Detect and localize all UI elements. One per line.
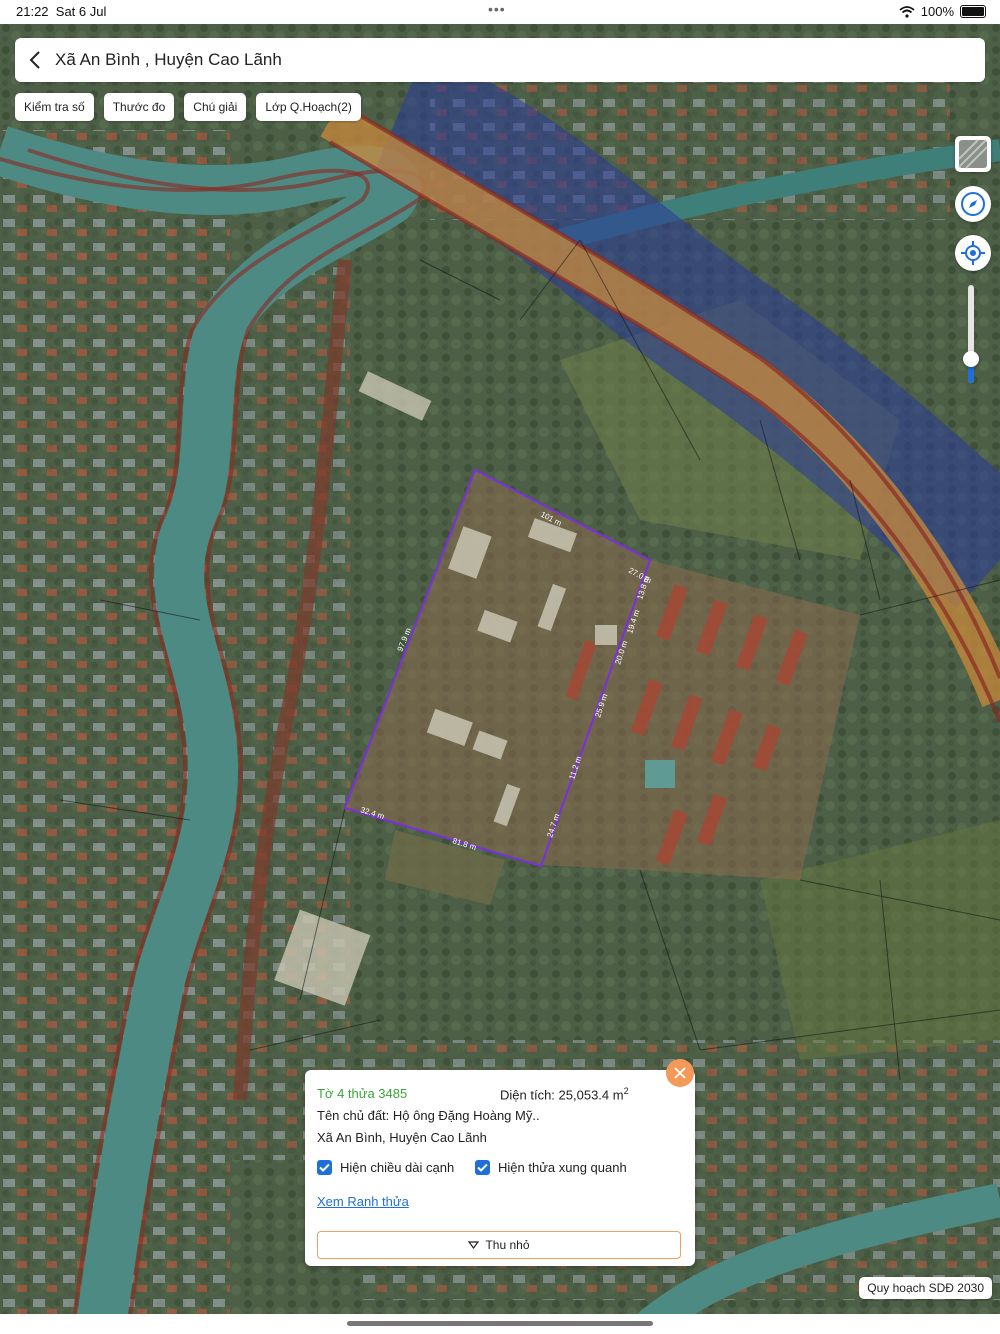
edge-label: 11.2 m (567, 755, 583, 781)
multitask-dots[interactable]: ••• (488, 1, 506, 17)
collapse-label: Thu nhỏ (485, 1238, 530, 1252)
show-edge-lengths-option[interactable]: Hiện chiều dài cạnh (317, 1160, 454, 1175)
edge-label: 101 m (539, 510, 563, 528)
close-panel-button[interactable] (666, 1059, 694, 1087)
legend-button[interactable]: Chú giải (184, 93, 247, 121)
planning-layers-button[interactable]: Lớp Q.Hoạch(2) (256, 93, 361, 121)
parcel-info-panel: Tờ 4 thửa 3485 Diện tích: 25,053.4 m2 Tê… (305, 1070, 695, 1266)
parcel-location: Xã An Bình, Huyện Cao Lãnh (317, 1130, 487, 1145)
status-time-date: 21:22 Sat 6 Jul (16, 4, 106, 19)
battery-icon (960, 5, 986, 18)
edge-label: 24.7 m (545, 812, 561, 838)
battery-percent: 100% (920, 4, 954, 19)
back-button[interactable] (15, 38, 55, 82)
home-indicator-bar (0, 1314, 1000, 1334)
chevron-left-icon (29, 51, 40, 69)
area-value: 25,053.4 m (558, 1087, 624, 1103)
checkbox-checked-icon[interactable] (475, 1160, 490, 1175)
close-icon (674, 1067, 686, 1079)
show-edge-lengths-label: Hiện chiều dài cạnh (340, 1160, 455, 1175)
home-indicator[interactable] (347, 1321, 653, 1326)
edge-label: 19.4 m (625, 608, 641, 634)
compass-icon (961, 192, 985, 216)
checkbox-checked-icon[interactable] (317, 1160, 332, 1175)
collapse-button[interactable]: Thu nhỏ (317, 1231, 681, 1259)
show-neighbors-label: Hiện thửa xung quanh (498, 1160, 627, 1175)
area-unit-sup: 2 (623, 1086, 629, 1096)
status-bar: 21:22 Sat 6 Jul ••• 100% (0, 0, 1000, 24)
compass-button[interactable] (955, 186, 991, 222)
triangle-down-icon (468, 1241, 480, 1249)
status-time: 21:22 (16, 4, 49, 19)
status-right: 100% (899, 4, 986, 19)
map-layer-button[interactable] (955, 136, 991, 172)
view-boundary-link[interactable]: Xem Ranh thửa (317, 1194, 409, 1209)
opacity-slider-knob[interactable] (963, 350, 979, 367)
status-date: Sat 6 Jul (55, 4, 107, 19)
edge-label: 32.4 m (359, 805, 385, 821)
owner-name: Tên chủ đất: Hộ ông Đặng Hoàng Mỹ.. (317, 1108, 540, 1123)
page-title: Xã An Bình , Huyện Cao Lãnh (55, 50, 282, 69)
planning-badge[interactable]: Quy hoạch SDĐ 2030 (859, 1277, 992, 1299)
location-header: Xã An Bình , Huyện Cao Lãnh (15, 38, 985, 82)
map-toolbar: Kiểm tra số Thước đo Chú giải Lớp Q.Hoạc… (15, 93, 361, 121)
opacity-slider[interactable] (963, 285, 979, 383)
sheet-parcel: Tờ 4 thửa 3485 (317, 1086, 408, 1101)
edge-label: 20.0 m (613, 639, 629, 665)
show-neighbors-option[interactable]: Hiện thửa xung quanh (475, 1160, 627, 1175)
check-number-button[interactable]: Kiểm tra số (15, 93, 94, 121)
edge-label: 81.8 m (451, 836, 477, 852)
map-layer-icon (958, 139, 988, 169)
edge-label: 25.9 m (593, 692, 609, 718)
ruler-button[interactable]: Thước đo (103, 93, 175, 121)
edge-label: 97.9 m (396, 626, 414, 652)
locate-icon (961, 241, 985, 265)
area-label: Diện tích: (500, 1087, 555, 1103)
wifi-icon (899, 5, 915, 18)
locate-button[interactable] (955, 235, 991, 271)
parcel-area: Diện tích: 25,053.4 m2 (500, 1086, 629, 1102)
